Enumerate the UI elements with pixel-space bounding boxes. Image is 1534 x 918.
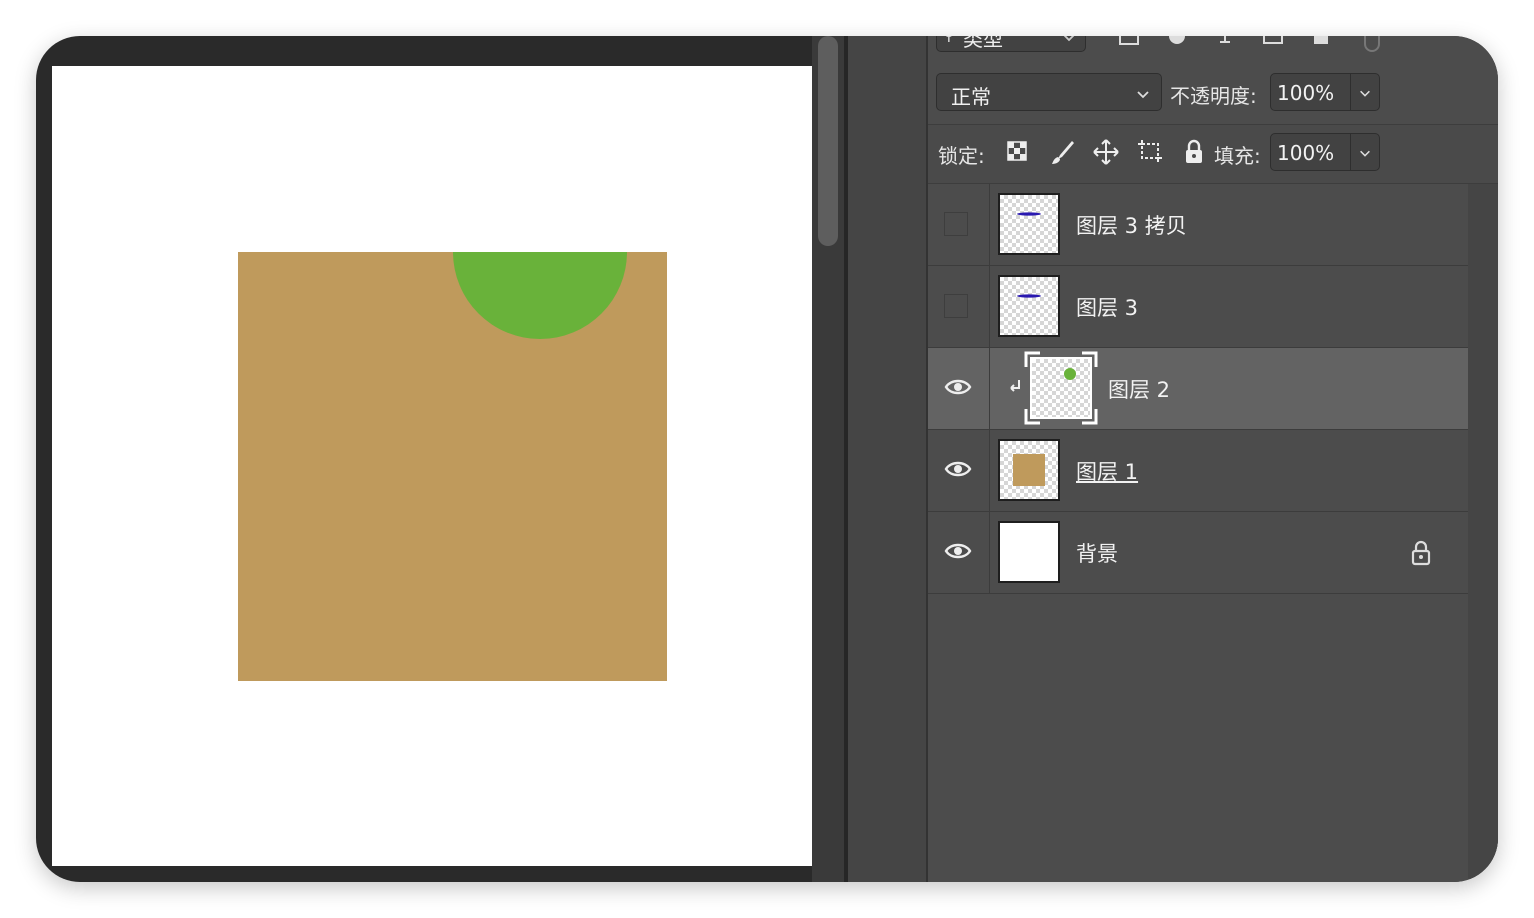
lock-label: 锁定: xyxy=(938,144,985,168)
blend-mode-value: 正常 xyxy=(951,85,991,109)
layer-row[interactable]: 图层 3 xyxy=(928,266,1468,348)
blend-mode-select[interactable]: 正常 xyxy=(936,73,1162,111)
canvas-scroll-thumb[interactable] xyxy=(818,36,838,246)
chevron-down-icon xyxy=(1360,150,1370,157)
layer-name[interactable]: 图层 3 拷贝 xyxy=(1076,210,1187,240)
smart-object-filter-icon[interactable] xyxy=(1310,36,1332,48)
pixel-filter-icon[interactable] xyxy=(1118,36,1140,48)
lock-image-pixels-icon[interactable] xyxy=(1048,137,1076,167)
fill-value[interactable]: 100% xyxy=(1271,134,1350,170)
eye-icon[interactable] xyxy=(944,376,972,398)
brown-square-shape[interactable] xyxy=(238,252,667,681)
fill-dropdown-button[interactable] xyxy=(1350,134,1379,170)
visibility-toggle-off[interactable] xyxy=(944,294,968,318)
selection-corners-icon xyxy=(1024,351,1098,425)
layer-thumbnail[interactable] xyxy=(998,275,1060,337)
layer-row[interactable]: 背景 xyxy=(928,512,1468,594)
opacity-value[interactable]: 100% xyxy=(1271,74,1350,110)
lock-transparent-pixels-icon[interactable] xyxy=(1004,137,1032,167)
fill-label: 填充: xyxy=(1214,144,1261,168)
layer-list: 图层 3 拷贝 图层 3 图层 2 图层 1 背景 xyxy=(928,184,1468,594)
shape-filter-icon[interactable] xyxy=(1262,36,1284,48)
layers-panel: ⚲ 类型 正常 不透明度: 100% 锁定: xyxy=(928,36,1498,882)
filter-kind-label: 类型 xyxy=(963,36,1003,51)
filter-toggle-switch[interactable] xyxy=(1364,36,1380,52)
clipping-mask-arrow-icon xyxy=(1010,380,1020,392)
lock-artboard-icon[interactable] xyxy=(1136,137,1164,167)
layer-name[interactable]: 背景 xyxy=(1076,538,1118,568)
opacity-label: 不透明度: xyxy=(1170,84,1257,108)
layer-name[interactable]: 图层 1 xyxy=(1076,456,1138,486)
green-circle-shape[interactable] xyxy=(453,252,627,339)
fill-field[interactable]: 100% xyxy=(1270,133,1380,171)
filter-kind-select[interactable]: ⚲ 类型 xyxy=(936,36,1086,52)
adjustment-filter-icon[interactable] xyxy=(1166,36,1188,48)
lock-all-icon[interactable] xyxy=(1180,137,1208,167)
chevron-down-icon xyxy=(1137,91,1149,99)
layer-thumbnail[interactable] xyxy=(998,439,1060,501)
layer-row[interactable]: 图层 3 拷贝 xyxy=(928,184,1468,266)
lock-row: 锁定: 填充: 100% xyxy=(928,124,1498,184)
visibility-cell[interactable] xyxy=(928,512,990,593)
layer-row-selected[interactable]: 图层 2 xyxy=(928,348,1468,430)
lock-position-icon[interactable] xyxy=(1092,137,1120,167)
photoshop-window: ⚲ 类型 正常 不透明度: 100% 锁定: xyxy=(36,36,1498,882)
layer-thumbnail[interactable] xyxy=(998,521,1060,583)
type-filter-icon[interactable] xyxy=(1214,36,1236,48)
visibility-cell[interactable] xyxy=(928,184,990,265)
visibility-cell[interactable] xyxy=(928,430,990,511)
collapsed-panel-column xyxy=(848,36,928,882)
eye-icon[interactable] xyxy=(944,458,972,480)
layer-row[interactable]: 图层 1 xyxy=(928,430,1468,512)
visibility-cell[interactable] xyxy=(928,348,990,429)
chevron-down-icon xyxy=(1063,36,1075,42)
filter-row: ⚲ 类型 xyxy=(928,36,1498,56)
layers-scroll-track[interactable] xyxy=(1468,184,1498,882)
search-icon: ⚲ xyxy=(943,36,955,44)
opacity-field[interactable]: 100% xyxy=(1270,73,1380,111)
document-canvas[interactable] xyxy=(52,66,812,866)
layer-thumbnail[interactable] xyxy=(998,193,1060,255)
layer-name[interactable]: 图层 2 xyxy=(1108,374,1170,404)
lock-icon xyxy=(1411,540,1431,566)
visibility-cell[interactable] xyxy=(928,266,990,347)
layer-name[interactable]: 图层 3 xyxy=(1076,292,1138,322)
visibility-toggle-off[interactable] xyxy=(944,212,968,236)
chevron-down-icon xyxy=(1360,90,1370,97)
eye-icon[interactable] xyxy=(944,540,972,562)
opacity-dropdown-button[interactable] xyxy=(1350,74,1379,110)
